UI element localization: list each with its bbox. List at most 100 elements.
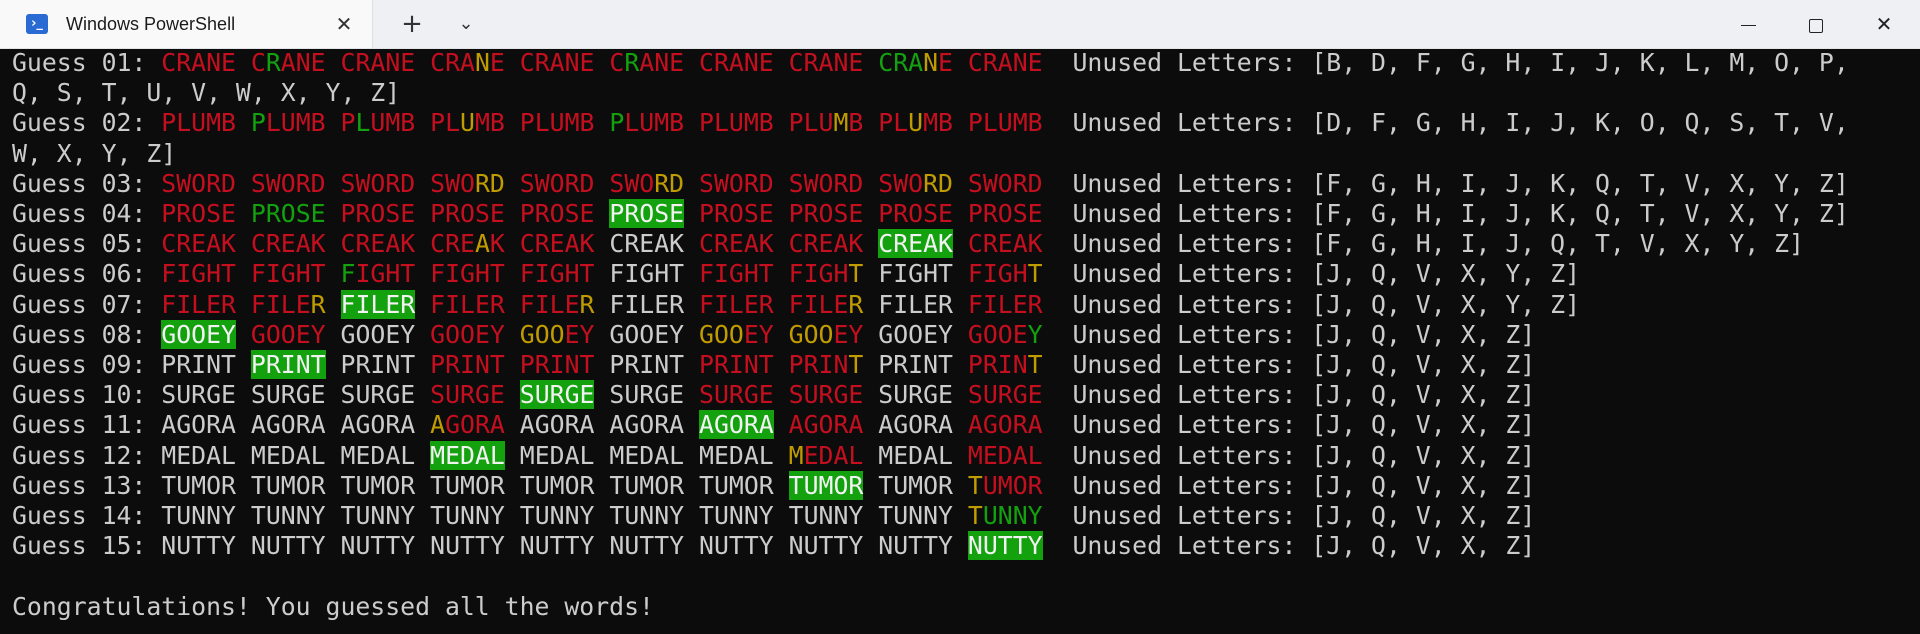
guess-word: MEDAL bbox=[609, 440, 685, 470]
guess-word: CREAK bbox=[161, 229, 236, 259]
guess-word: FILER bbox=[609, 289, 685, 319]
guess-word: TUMOR bbox=[340, 470, 416, 500]
guess-word: FIGHT bbox=[250, 259, 326, 289]
guess-word: MEDAL bbox=[788, 440, 864, 470]
guess-word: AGORA bbox=[250, 410, 326, 440]
guess-word: GOOEY bbox=[161, 319, 236, 349]
guess-word: PLUMB bbox=[250, 108, 326, 138]
guess-word: PROSE bbox=[878, 199, 953, 229]
guess-word: CREAK bbox=[430, 229, 505, 259]
unused-letters: Unused Letters: [F, G, H, I, J, K, Q, T,… bbox=[1072, 168, 1849, 198]
guess-word: TUNNY bbox=[161, 501, 236, 531]
guess-word: TUMOR bbox=[788, 470, 864, 500]
guess-word: MEDAL bbox=[340, 440, 416, 470]
guess-line: Guess 01: CRANE CRANE CRANE CRANE CRANE … bbox=[12, 48, 1908, 78]
guess-word: MEDAL bbox=[878, 440, 953, 470]
guess-label: Guess 05: bbox=[12, 229, 162, 259]
guess-word: FILER bbox=[340, 289, 416, 319]
guess-word: FILER bbox=[878, 289, 953, 319]
guess-line: Guess 08: GOOEY GOOEY GOOEY GOOEY GOOEY … bbox=[12, 319, 1908, 350]
guess-word: CRANE bbox=[161, 48, 236, 77]
guess-word: SURGE bbox=[878, 380, 953, 410]
guess-word: GOOEY bbox=[878, 319, 953, 349]
guess-line: Guess 13: TUMOR TUMOR TUMOR TUMOR TUMOR … bbox=[12, 470, 1908, 501]
guess-word: SWORD bbox=[519, 168, 595, 198]
guess-word: GOOEY bbox=[430, 319, 505, 349]
new-tab-button[interactable]: + bbox=[392, 8, 432, 40]
maximize-button[interactable] bbox=[1782, 0, 1850, 48]
guess-word: AGORA bbox=[430, 410, 505, 440]
guess-word: GOOEY bbox=[250, 319, 326, 349]
guess-word: SURGE bbox=[161, 380, 236, 410]
guess-word: PLUMB bbox=[430, 108, 505, 138]
guess-word: TUMOR bbox=[250, 470, 326, 500]
close-tab-button[interactable]: ✕ bbox=[328, 8, 360, 40]
guess-word: TUNNY bbox=[878, 501, 953, 531]
guess-label: Guess 04: bbox=[12, 199, 162, 229]
tab-title: Windows PowerShell bbox=[66, 14, 236, 34]
guess-word: PRINT bbox=[340, 350, 416, 380]
guess-word: FIGHT bbox=[967, 259, 1043, 289]
guess-label: Guess 03: bbox=[12, 168, 162, 198]
guess-word: MEDAL bbox=[250, 440, 326, 470]
guess-word: CRANE bbox=[340, 48, 416, 77]
guess-line: Guess 14: TUNNY TUNNY TUNNY TUNNY TUNNY … bbox=[12, 501, 1908, 531]
unused-letters: Unused Letters: [J, Q, V, X, Z] bbox=[1072, 350, 1536, 380]
guess-word: CREAK bbox=[788, 229, 864, 259]
guess-label: Guess 02: bbox=[12, 108, 162, 138]
guess-word: AGORA bbox=[967, 410, 1043, 440]
unused-letters-continued: W, X, Y, Z] bbox=[12, 138, 177, 168]
minimize-button[interactable] bbox=[1714, 0, 1782, 48]
guess-line: Guess 06: FIGHT FIGHT FIGHT FIGHT FIGHT … bbox=[12, 259, 1908, 289]
guess-word: FIGHT bbox=[788, 259, 864, 289]
guess-word: SWORD bbox=[161, 168, 236, 198]
chevron-down-icon[interactable]: ⌄ bbox=[446, 8, 486, 40]
guess-word: SURGE bbox=[430, 380, 505, 410]
guess-word: PROSE bbox=[699, 199, 774, 229]
guess-word: AGORA bbox=[699, 410, 774, 440]
guess-word: TUNNY bbox=[250, 501, 326, 531]
guess-word: TUNNY bbox=[788, 501, 864, 531]
guess-word: PRINT bbox=[788, 350, 864, 380]
guess-word: GOOEY bbox=[519, 319, 595, 349]
guess-word: PLUMB bbox=[699, 108, 774, 138]
guess-word: NUTTY bbox=[878, 531, 953, 561]
unused-letters: Unused Letters: [B, D, F, G, H, I, J, K,… bbox=[1072, 48, 1849, 77]
guess-word: PRINT bbox=[967, 350, 1043, 380]
terminal-output[interactable]: Guess 01: CRANE CRANE CRANE CRANE CRANE … bbox=[0, 48, 1920, 634]
guess-word: NUTTY bbox=[519, 531, 595, 561]
guess-word: SWORD bbox=[340, 168, 416, 198]
unused-letters: Unused Letters: [F, G, H, I, J, K, Q, T,… bbox=[1072, 199, 1849, 229]
guess-word: MEDAL bbox=[161, 440, 236, 470]
guess-word: FILER bbox=[250, 289, 326, 319]
guess-line: Guess 07: FILER FILER FILER FILER FILER … bbox=[12, 289, 1908, 320]
close-window-button[interactable]: ✕ bbox=[1850, 0, 1918, 48]
guess-word: SWORD bbox=[788, 168, 864, 198]
guess-line: Guess 02: PLUMB PLUMB PLUMB PLUMB PLUMB … bbox=[12, 108, 1908, 138]
guess-word: PROSE bbox=[788, 199, 864, 229]
guess-word: TUNNY bbox=[967, 501, 1043, 531]
guess-word: FIGHT bbox=[519, 259, 595, 289]
guess-word: PLUMB bbox=[161, 108, 236, 138]
guess-word: PRINT bbox=[878, 350, 953, 380]
unused-letters: Unused Letters: [J, Q, V, X, Z] bbox=[1072, 470, 1536, 500]
guess-word: CRANE bbox=[250, 48, 326, 77]
guess-word: CRANE bbox=[699, 48, 774, 77]
guess-word: TUNNY bbox=[430, 501, 505, 531]
guess-word: PLUMB bbox=[609, 108, 685, 138]
tab-windows-powershell[interactable]: ›_ Windows PowerShell ✕ bbox=[0, 0, 373, 48]
guess-label: Guess 01: bbox=[12, 48, 162, 77]
guess-label: Guess 06: bbox=[12, 259, 162, 289]
guess-label: Guess 14: bbox=[12, 501, 162, 531]
guess-line: Guess 10: SURGE SURGE SURGE SURGE SURGE … bbox=[12, 380, 1908, 410]
guess-word: NUTTY bbox=[430, 531, 505, 561]
guess-label: Guess 13: bbox=[12, 470, 162, 500]
guess-word: SURGE bbox=[967, 380, 1043, 410]
guess-word: CRANE bbox=[519, 48, 595, 77]
guess-word: PLUMB bbox=[788, 108, 864, 138]
guess-word: AGORA bbox=[161, 410, 236, 440]
guess-word: AGORA bbox=[609, 410, 685, 440]
unused-letters: Unused Letters: [J, Q, V, X, Y, Z] bbox=[1072, 259, 1581, 289]
guess-word: PLUMB bbox=[519, 108, 595, 138]
